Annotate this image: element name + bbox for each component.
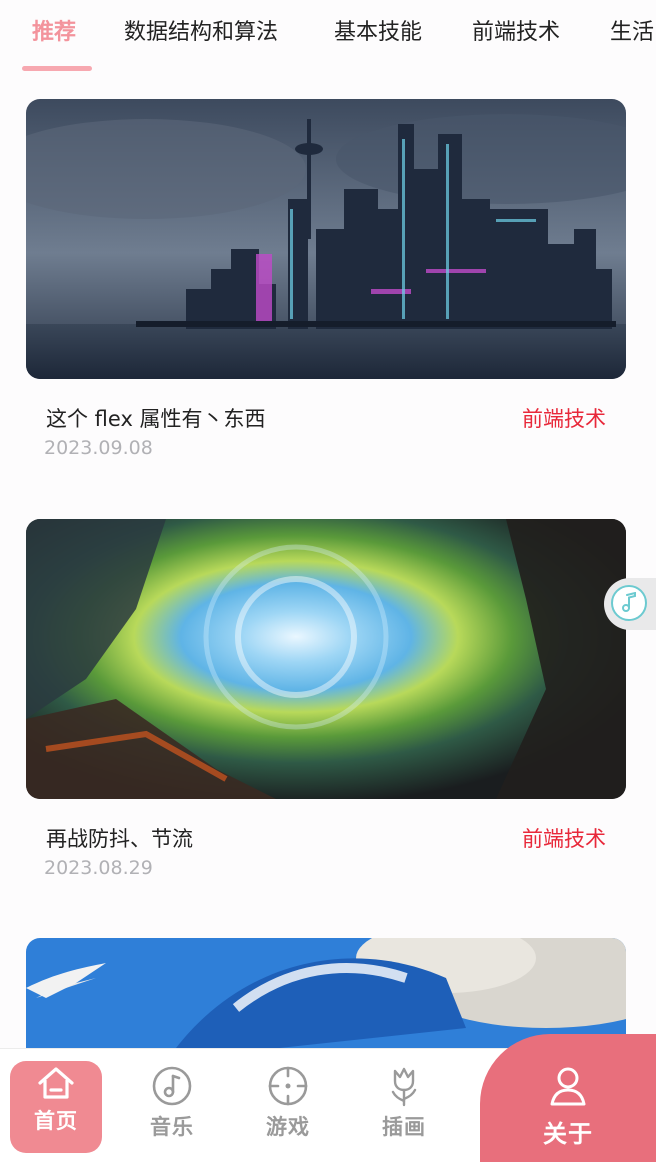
post-feed[interactable]: 这个 flex 属性有丶东西 前端技术 2023.09.08 再战防抖、节流 前… bbox=[0, 80, 656, 1050]
post-card[interactable] bbox=[26, 938, 626, 1050]
post-category-tag[interactable]: 前端技术 bbox=[522, 403, 606, 433]
category-tabs: 推荐 数据结构和算法 基本技能 前端技术 生活 bbox=[0, 0, 656, 80]
post-meta: 这个 flex 属性有丶东西 前端技术 2023.09.08 bbox=[26, 379, 626, 479]
nav-about-label: 关于 bbox=[543, 1120, 593, 1148]
post-cover-image[interactable] bbox=[26, 519, 626, 799]
post-date: 2023.09.08 bbox=[44, 437, 153, 459]
music-player-button[interactable] bbox=[604, 578, 656, 630]
music-note-icon bbox=[611, 585, 647, 621]
tab-life[interactable]: 生活 bbox=[610, 16, 654, 50]
nav-about[interactable]: 关于 bbox=[480, 1034, 656, 1162]
tab-frontend[interactable]: 前端技术 bbox=[472, 16, 560, 50]
crosshair-icon bbox=[268, 1066, 308, 1106]
tab-basic-skills[interactable]: 基本技能 bbox=[334, 16, 422, 50]
nav-illustration[interactable]: 插画 bbox=[358, 1061, 450, 1153]
post-card[interactable]: 这个 flex 属性有丶东西 前端技术 2023.09.08 bbox=[26, 99, 626, 479]
post-title[interactable]: 这个 flex 属性有丶东西 bbox=[46, 403, 266, 433]
tab-data-structures[interactable]: 数据结构和算法 bbox=[124, 16, 278, 50]
tab-indicator bbox=[22, 66, 92, 71]
post-cover-image[interactable] bbox=[26, 99, 626, 379]
post-category-tag[interactable]: 前端技术 bbox=[522, 823, 606, 853]
nav-music-label: 音乐 bbox=[150, 1115, 194, 1139]
post-date: 2023.08.29 bbox=[44, 857, 153, 879]
post-cover-image[interactable] bbox=[26, 938, 626, 1050]
tab-recommend[interactable]: 推荐 bbox=[32, 16, 76, 50]
nav-illustration-label: 插画 bbox=[382, 1115, 426, 1139]
home-icon bbox=[38, 1067, 74, 1099]
post-title[interactable]: 再战防抖、节流 bbox=[46, 823, 193, 853]
tulip-icon bbox=[391, 1067, 417, 1107]
nav-game-label: 游戏 bbox=[266, 1115, 310, 1139]
post-meta: 再战防抖、节流 前端技术 2023.08.29 bbox=[26, 799, 626, 899]
nav-home-label: 首页 bbox=[34, 1109, 78, 1133]
nav-music[interactable]: 音乐 bbox=[126, 1061, 218, 1153]
user-icon bbox=[550, 1067, 586, 1106]
post-card[interactable]: 再战防抖、节流 前端技术 2023.08.29 bbox=[26, 519, 626, 899]
nav-home[interactable]: 首页 bbox=[10, 1061, 102, 1153]
nav-game[interactable]: 游戏 bbox=[242, 1061, 334, 1153]
music-icon bbox=[152, 1066, 192, 1106]
